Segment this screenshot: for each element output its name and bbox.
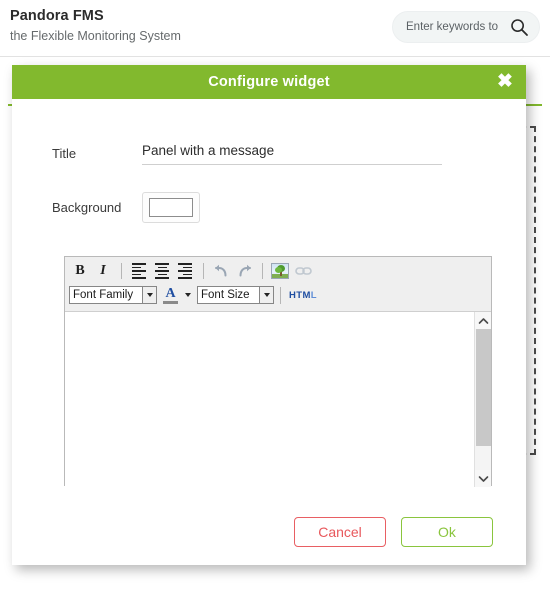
toolbar-separator [121,263,122,279]
page-root: Pandora FMS the Flexible Monitoring Syst… [0,0,550,590]
editor-content-area[interactable] [65,312,474,487]
bold-button[interactable]: B [69,261,91,281]
modal-backdrop: Configure widget ✖ Title Background [0,0,550,590]
chevron-down-icon[interactable] [142,287,156,303]
scrollbar-thumb[interactable] [476,329,491,446]
text-color-icon[interactable]: A [162,285,179,304]
background-color-picker[interactable] [142,192,200,223]
dialog-header: Configure widget ✖ [12,65,526,99]
close-icon[interactable]: ✖ [495,72,515,92]
text-color-letter: A [165,285,176,301]
font-family-value: Font Family [73,289,134,301]
editor-toolbar-row-1: B I [69,259,487,283]
text-color-bar [163,300,178,304]
chevron-down-icon[interactable] [259,287,273,303]
font-size-select[interactable]: Font Size [197,286,274,304]
toolbar-separator [203,263,204,279]
title-label: Title [52,146,77,161]
editor-scrollbar[interactable] [474,312,491,487]
insert-image-icon[interactable] [269,261,291,281]
align-justify-button[interactable] [174,261,196,281]
editor-toolbar: B I Font Family A Font Size HTML [65,257,491,312]
italic-button[interactable]: I [92,261,114,281]
insert-link-icon[interactable] [292,261,314,281]
title-input[interactable] [142,143,442,165]
toolbar-separator [262,263,263,279]
dialog-footer: Cancel Ok [12,517,526,547]
form-row-title: Title [12,143,526,165]
html-source-button[interactable]: HTML [287,290,317,301]
text-color-chevron-down-icon[interactable] [182,293,193,297]
redo-icon[interactable] [233,261,255,281]
undo-icon[interactable] [210,261,232,281]
dialog-body: Title Background B I [12,99,526,565]
background-label: Background [52,200,122,215]
font-size-value: Font Size [201,289,250,301]
align-center-button[interactable] [151,261,173,281]
cancel-button[interactable]: Cancel [294,517,386,547]
editor-toolbar-row-2: Font Family A Font Size HTML [69,283,487,307]
background-color-swatch [149,198,193,217]
html-label-part1: HTM [289,289,311,301]
align-left-button[interactable] [128,261,150,281]
editor-content-wrap [65,312,491,487]
configure-widget-dialog: Configure widget ✖ Title Background [12,65,526,565]
form-row-background: Background [12,192,526,223]
scroll-down-icon[interactable] [475,470,491,487]
scroll-up-icon[interactable] [475,312,491,329]
html-label-part2: L [310,289,317,301]
rich-text-editor: B I Font Family A Font Size HTML [64,256,492,487]
close-glyph: ✖ [497,71,513,92]
font-family-select[interactable]: Font Family [69,286,157,304]
ok-button[interactable]: Ok [401,517,493,547]
toolbar-separator [280,286,281,304]
dialog-title: Configure widget [208,74,330,90]
